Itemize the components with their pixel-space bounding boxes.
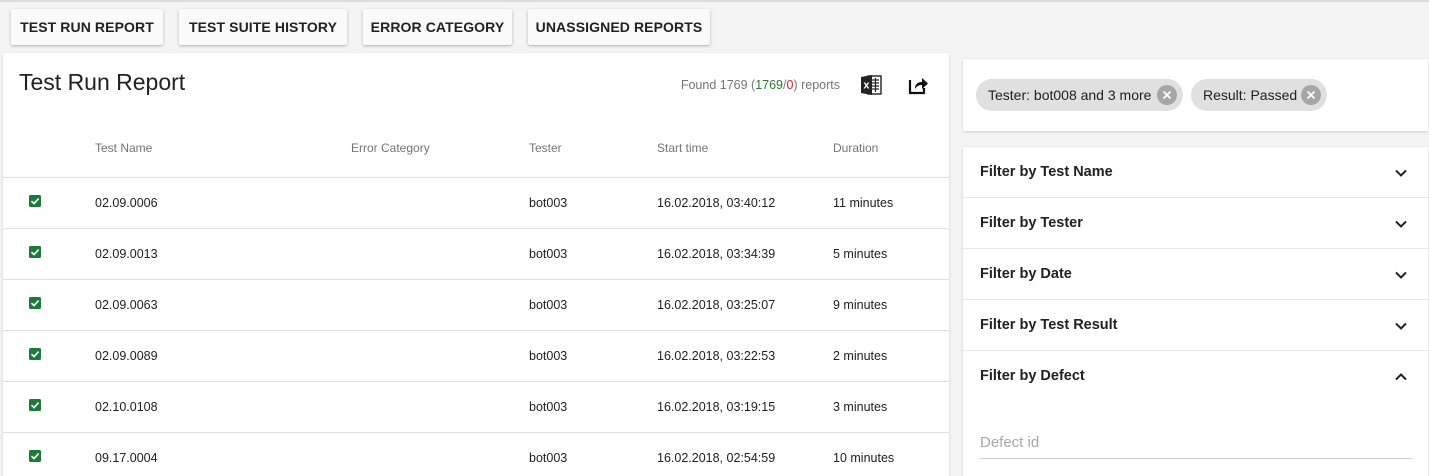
table-row[interactable]: 02.09.0006 bot003 16.02.2018, 03:40:12 1… [3,177,949,228]
cell-test-name[interactable]: 02.09.0013 [95,247,158,261]
cell-duration: 3 minutes [833,400,888,414]
found-passed-count: 1769 [755,78,784,92]
column-header-test-name[interactable]: Test Name [95,141,152,155]
cell-tester: bot003 [529,451,568,465]
passed-check-icon [29,195,41,207]
table-row[interactable]: 02.09.0089 bot003 16.02.2018, 03:22:53 2… [3,330,949,381]
cell-test-name[interactable]: 02.10.0108 [95,400,158,414]
cell-duration: 11 minutes [833,196,894,210]
cell-start-time: 16.02.2018, 03:25:07 [657,298,776,312]
cell-start-time: 16.02.2018, 03:34:39 [657,247,776,261]
cell-duration: 9 minutes [833,298,888,312]
cell-test-name[interactable]: 09.17.0004 [95,451,158,465]
filter-label: Filter by Test Name [980,164,1113,180]
page-title: Test Run Report [19,69,186,95]
cell-duration: 10 minutes [833,451,895,465]
cell-start-time: 16.02.2018, 02:54:59 [657,451,776,465]
nav-error-category-button[interactable]: ERROR CATEGORY [363,9,512,45]
chevron-down-icon [1395,322,1407,330]
filter-date-toggle[interactable]: Filter by Date [963,249,1428,300]
filters-panel: Filter by Test Name Filter by Tester Fil… [963,147,1428,476]
found-count: Found 1769 (1769/0) reports [681,78,840,92]
chevron-down-icon [1395,220,1407,228]
column-header-start-time[interactable]: Start time [657,141,708,155]
report-card: Test Run Report Found 1769 (1769/0) repo… [3,53,949,476]
filter-label: Filter by Tester [980,215,1083,231]
cell-tester: bot003 [529,400,568,414]
found-suffix: ) reports [793,78,840,92]
chip-remove-icon[interactable] [1301,85,1321,105]
nav-test-run-report-button[interactable]: TEST RUN REPORT [11,9,163,45]
column-header-duration[interactable]: Duration [833,141,878,155]
table-row[interactable]: 09.17.0004 bot003 16.02.2018, 02:54:59 1… [3,432,949,476]
cell-test-name[interactable]: 02.09.0089 [95,349,158,363]
cell-tester: bot003 [529,247,568,261]
top-divider [0,0,1429,2]
svg-text:X: X [863,82,870,91]
filter-chip-tester[interactable]: Tester: bot008 and 3 more [976,79,1183,111]
column-header-tester[interactable]: Tester [529,141,562,155]
filter-chip-label: Result: Passed [1203,87,1298,103]
chevron-down-icon [1395,169,1407,177]
found-prefix: Found 1769 ( [680,78,756,92]
filter-defect-toggle[interactable]: Filter by Defect [963,351,1428,402]
chevron-up-icon [1395,373,1407,381]
chevron-down-icon [1395,271,1407,279]
passed-check-icon [29,246,41,258]
chip-remove-icon[interactable] [1157,85,1177,105]
filter-tester-toggle[interactable]: Filter by Tester [963,198,1428,249]
filter-test-name-toggle[interactable]: Filter by Test Name [963,147,1428,198]
passed-check-icon [29,450,41,462]
filter-label: Filter by Test Result [980,317,1118,333]
cell-start-time: 16.02.2018, 03:19:15 [657,400,776,414]
nav-unassigned-reports-button[interactable]: UNASSIGNED REPORTS [528,9,710,45]
passed-check-icon [29,348,41,360]
cell-tester: bot003 [529,196,568,210]
share-export-icon[interactable] [907,74,929,96]
filter-label: Filter by Date [980,266,1072,282]
nav-test-suite-history-button[interactable]: TEST SUITE HISTORY [179,9,347,45]
cell-test-name[interactable]: 02.09.0063 [95,298,158,312]
filter-test-result-toggle[interactable]: Filter by Test Result [963,300,1428,351]
table-row[interactable]: 02.09.0013 bot003 16.02.2018, 03:34:39 5… [3,228,949,279]
active-filters-card: Tester: bot008 and 3 more Result: Passed [963,59,1428,131]
cell-tester: bot003 [529,349,568,363]
filter-chip-result[interactable]: Result: Passed [1191,79,1327,111]
column-header-error-category[interactable]: Error Category [351,141,430,155]
cell-start-time: 16.02.2018, 03:22:53 [657,349,776,363]
filter-chip-label: Tester: bot008 and 3 more [988,87,1152,103]
cell-test-name[interactable]: 02.09.0006 [95,196,158,210]
cell-duration: 5 minutes [833,247,888,261]
table-row[interactable]: 02.09.0063 bot003 16.02.2018, 03:25:07 9… [3,279,949,330]
passed-check-icon [29,399,41,411]
defect-id-input[interactable] [980,427,1412,459]
cell-tester: bot003 [529,298,568,312]
cell-start-time: 16.02.2018, 03:40:12 [657,196,776,210]
table-row[interactable]: 02.10.0108 bot003 16.02.2018, 03:19:15 3… [3,381,949,432]
cell-duration: 2 minutes [833,349,888,363]
passed-check-icon [29,297,41,309]
filter-label: Filter by Defect [980,368,1085,384]
excel-export-icon[interactable]: X [859,73,883,97]
